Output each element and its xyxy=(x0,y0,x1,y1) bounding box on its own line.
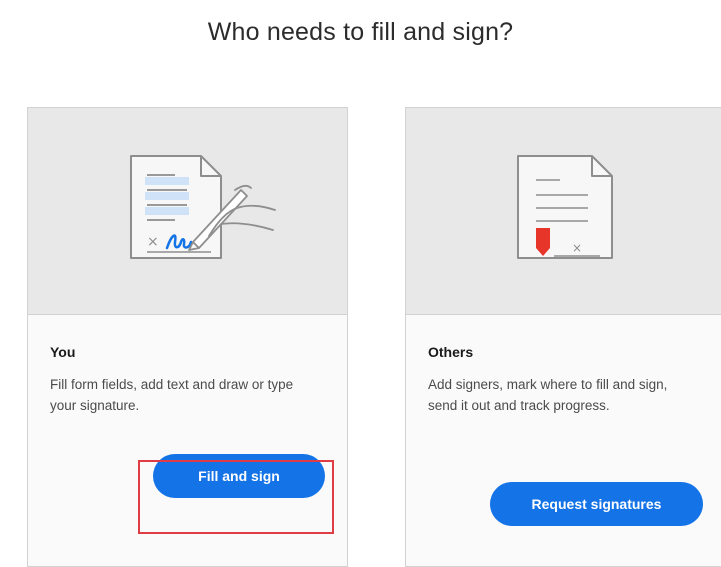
document-pen-icon: × xyxy=(130,155,276,259)
card-you-illustration: × xyxy=(28,108,347,315)
card-you-title: You xyxy=(50,344,76,360)
request-signatures-button[interactable]: Request signatures xyxy=(490,482,703,526)
fill-and-sign-button[interactable]: Fill and sign xyxy=(153,454,325,498)
svg-text:×: × xyxy=(572,241,582,255)
svg-text:×: × xyxy=(147,234,159,250)
card-you-description: Fill form fields, add text and draw or t… xyxy=(50,377,294,413)
card-others-description: Add signers, mark where to fill and sign… xyxy=(428,377,668,413)
page-title: Who needs to fill and sign? xyxy=(207,18,514,46)
document-signature-marker-icon: × xyxy=(517,155,613,259)
card-you: × You Fill form fields, add text and dra… xyxy=(27,107,348,567)
card-others-title: Others xyxy=(428,344,474,360)
card-others-illustration: × xyxy=(406,108,721,315)
card-others: × Others Add signers, mark where to fill… xyxy=(405,107,721,567)
